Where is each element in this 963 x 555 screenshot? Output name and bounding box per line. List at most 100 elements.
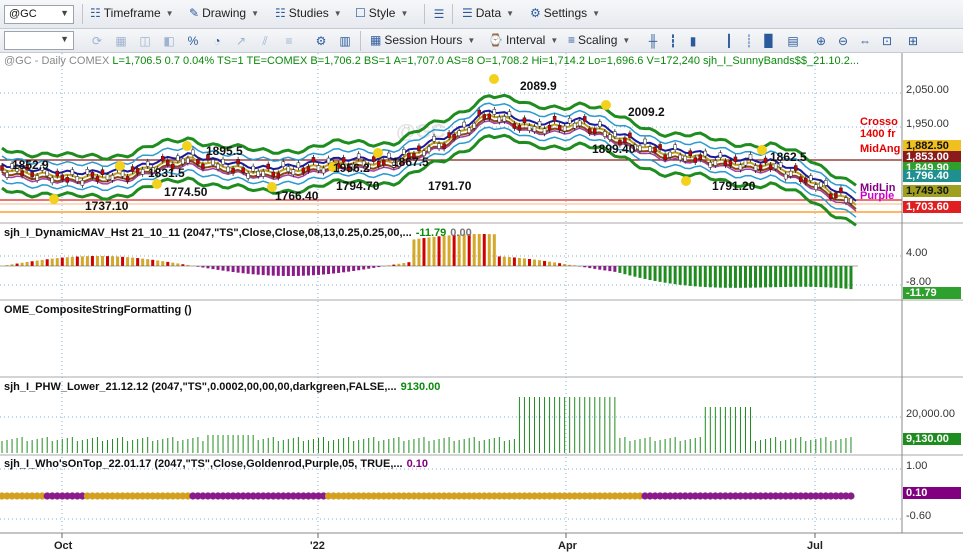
price-bar [447,132,451,138]
histogram-bar [402,262,406,266]
histogram-icon[interactable]: ▉ [760,32,778,50]
histogram-bar [146,259,150,266]
session-hours-menu[interactable]: ▦ Session Hours ▼ [370,33,475,47]
data-menu[interactable]: ☰ Data ▼ [462,6,514,20]
scaling-menu[interactable]: ≡ Scaling ▼ [568,33,630,47]
histogram-bar [286,266,290,276]
zoom-out-icon[interactable]: ⊖ [834,32,852,50]
histogram-bar [643,266,647,279]
pan-icon[interactable]: ⇔ [856,32,874,50]
price-bar [628,132,632,139]
price-bar [387,152,391,159]
price-bar [231,168,235,174]
price-bar [251,165,255,172]
price-bar [688,150,692,157]
price-bar [90,171,95,178]
lock-icon[interactable]: ◫ [136,32,154,50]
chevron-down-icon: ▼ [592,8,601,18]
pivot-price-label: 1862.5 [770,150,807,164]
whos-on-top-label[interactable]: sjh_I_Who'sOnTop_22.01.17 (2047,"TS",Clo… [4,458,428,470]
time-axis-label: Jul [807,540,823,552]
histogram-bar [332,266,336,274]
chevron-down-icon[interactable]: ▼ [60,34,69,44]
fib-icon[interactable]: ≡ [280,32,298,50]
histogram-bar [628,266,632,276]
price-axis-label: 20,000.00 [906,408,955,420]
scale-icon[interactable]: ◧ [160,32,178,50]
histogram-bar [126,257,130,266]
chart-header: @GC - Daily COMEX L=1,706.5 0.7 0.04% TS… [4,55,859,67]
symbol-input[interactable]: @GC ▼ [4,5,74,24]
reset-zoom-icon[interactable]: ⊡ [878,32,896,50]
settings-gear-icon[interactable]: ⚙ [312,32,330,50]
price-bar [55,170,60,177]
divider [424,4,425,24]
price-bar [301,167,306,174]
dot-plot-icon[interactable]: ┊ [740,32,758,50]
add-chart-icon[interactable]: ⊞ [904,32,922,50]
zoom-in-icon[interactable]: ⊕ [812,32,830,50]
trend-icon[interactable]: ↗ [232,32,250,50]
chevron-down-icon[interactable]: ▼ [60,8,69,18]
histogram-bar [708,266,712,288]
time-axis-label: Apr [558,540,578,552]
grid-icon[interactable]: ▥ [336,32,354,50]
price-bar [502,116,507,122]
histogram-bar [306,266,310,276]
candlestick-icon[interactable]: ┇ [664,32,682,50]
price-bar [432,136,436,142]
studies-menu[interactable]: ☷ Studies ▼ [275,6,342,20]
histogram-bar [678,266,682,285]
study-value: 9130.00 [400,381,441,393]
histogram-bar [362,266,366,270]
refresh-icon[interactable]: ⟳ [88,32,106,50]
dynamic-mav-label[interactable]: sjh_I_DynamicMAV_Hst 21_10_11 (2047,"TS"… [4,227,472,239]
drawing-menu-label: Drawing [202,6,247,20]
timeframe-menu[interactable]: ☷ Timeframe ▼ [90,6,174,20]
composite-string-label[interactable]: OME_CompositeStringFormatting () [4,304,192,316]
histogram-bar [749,266,753,288]
percent-icon[interactable]: % [184,32,202,50]
layers-icon[interactable]: ▤ [784,32,802,50]
histogram-bar [256,266,260,275]
bar-chart-icon[interactable]: ╫ [644,32,662,50]
price-bar [226,166,230,173]
price-axis-label: 0.10 [906,487,927,499]
ohlc-icon[interactable]: ▮ [684,32,702,50]
histogram-bar [261,266,265,276]
price-bar [658,144,662,150]
interval-menu[interactable]: ⌚ Interval ▼ [488,33,558,47]
drawing-menu[interactable]: ✎ Drawing ▼ [189,6,259,20]
price-bar [371,156,376,162]
histogram-bar [45,259,49,266]
histogram-bar [638,266,642,278]
price-bar [793,165,798,171]
price-bar [477,109,481,116]
settings-menu[interactable]: ⚙ Settings ▼ [530,6,600,20]
histogram-bar [226,266,230,272]
histogram-bar [407,262,411,266]
price-bar [140,169,145,175]
channel-icon[interactable]: ⫽ [256,32,274,50]
divider [82,4,83,24]
chart-icon[interactable]: ▦ [112,32,130,50]
price-bar [442,143,446,150]
style-menu[interactable]: ☐ Style ▼ [355,6,408,20]
volume-bars-icon[interactable]: ┃ [720,32,738,50]
interval-input[interactable]: ▼ [4,31,74,50]
histogram-bar [246,266,250,274]
layout-icon[interactable]: ☰ [430,5,448,23]
price-bar [291,169,296,175]
gauge-icon[interactable]: ◔ [208,32,226,50]
phw-lower-label[interactable]: sjh_I_PHW_Lower_21.12.12 (2047,"TS",0.00… [4,381,440,393]
timeframe-icon: ☷ [90,6,101,20]
study-value: 0.10 [406,458,428,470]
histogram-bar [723,266,727,288]
histogram-bar [764,266,768,288]
histogram-bar [809,266,813,287]
chart-area[interactable]: @GC 1852.9 1831.5 1895.5 1774.50 1737.10 1766… [0,53,963,555]
histogram-bar [166,261,170,266]
price-bar [60,174,65,181]
histogram-bar [754,266,758,288]
main-toolbar: @GC ▼ ☰ ☷ Timeframe ▼ ✎ Drawing ▼ ☷ Studies ▼ ☐ St… [0,0,963,29]
